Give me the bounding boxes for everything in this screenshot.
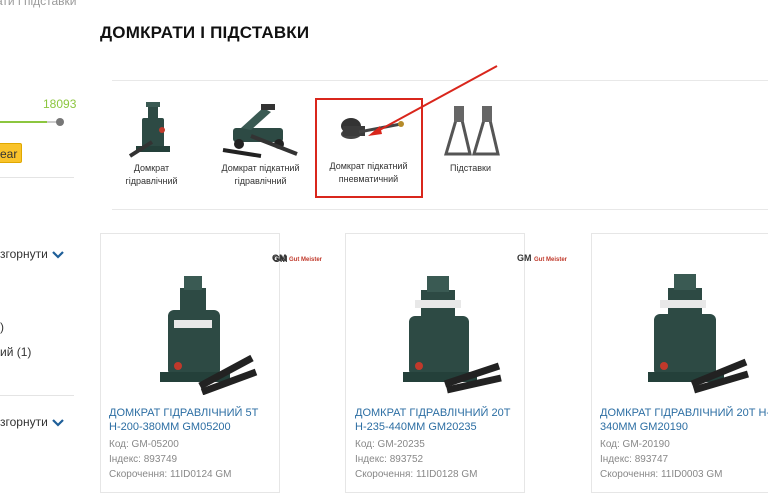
product-code: Код: GM-20235 — [355, 439, 425, 450]
brand-name: GM — [272, 253, 287, 263]
brand-sub: Gut Meister — [534, 257, 568, 263]
price-max-value: 18093 — [43, 97, 77, 111]
price-slider-track[interactable] — [0, 121, 47, 123]
brand-name: GM — [517, 253, 532, 263]
collapse-toggle-2[interactable]: згорнути — [0, 415, 64, 429]
product-image — [403, 276, 502, 394]
chevron-down-icon — [52, 251, 64, 259]
product-index: Індекс: 893747 — [600, 454, 669, 465]
product-index: Індекс: 893752 — [355, 454, 424, 465]
section-divider — [112, 209, 768, 210]
product-image — [160, 276, 258, 395]
annotation-highlight-box — [315, 98, 423, 198]
clear-filter-button[interactable]: ear — [0, 143, 22, 163]
category-label: Домкрат підкатний гідравлічний — [221, 163, 300, 186]
page-title: ДОМКРАТИ І ПІДСТАВКИ — [100, 23, 310, 42]
price-slider-handle[interactable] — [56, 118, 64, 126]
sidebar-divider — [0, 395, 74, 396]
category-trolley-hydraulic-jack[interactable]: Домкрат підкатний гідравлічний — [208, 100, 313, 188]
product-image — [648, 274, 749, 394]
category-jack-stands[interactable]: Підставки — [418, 100, 523, 175]
product-code: Код: GM-05200 — [109, 439, 179, 450]
brand-logo: GM Gut Meister — [517, 253, 567, 263]
trolley-jack-image — [222, 104, 298, 158]
sidebar-divider — [0, 177, 74, 178]
brand-sub: Gut Meister — [289, 257, 323, 263]
breadcrumb[interactable]: ати і підставки — [0, 0, 76, 8]
product-title-link[interactable]: ДОМКРАТ ГІДРАВЛІЧНИЙ 20Т Н-235-440ММ GM2… — [355, 406, 525, 434]
product-index: Індекс: 893749 — [109, 454, 178, 465]
category-label: Підставки — [450, 163, 491, 173]
collapse-toggle-1[interactable]: згорнути — [0, 247, 64, 261]
product-title-link-line2[interactable]: 340ММ GM20190 — [600, 420, 688, 434]
category-hydraulic-jack[interactable]: Домкрат гідравлічний — [99, 100, 204, 188]
brand-logo: GM Gut Meister — [272, 253, 322, 263]
filter-option[interactable]: ий (1) — [0, 345, 31, 359]
collapse-label: згорнути — [0, 247, 48, 261]
filter-option[interactable]: ) — [0, 320, 4, 334]
product-title-link[interactable]: ДОМКРАТ ГІДРАВЛІЧНИЙ 5Т Н-200-380ММ GM05… — [109, 406, 279, 434]
category-label: Домкрат гідравлічний — [125, 163, 178, 186]
hydraulic-jack-image — [128, 102, 170, 158]
section-divider — [112, 80, 768, 81]
product-code: Код: GM-20190 — [600, 439, 670, 450]
product-title-link[interactable]: ДОМКРАТ ГІДРАВЛІЧНИЙ 20Т Н-19... — [600, 406, 768, 420]
collapse-label: згорнути — [0, 415, 48, 429]
jack-stands-image — [443, 106, 500, 156]
chevron-down-icon — [52, 419, 64, 427]
